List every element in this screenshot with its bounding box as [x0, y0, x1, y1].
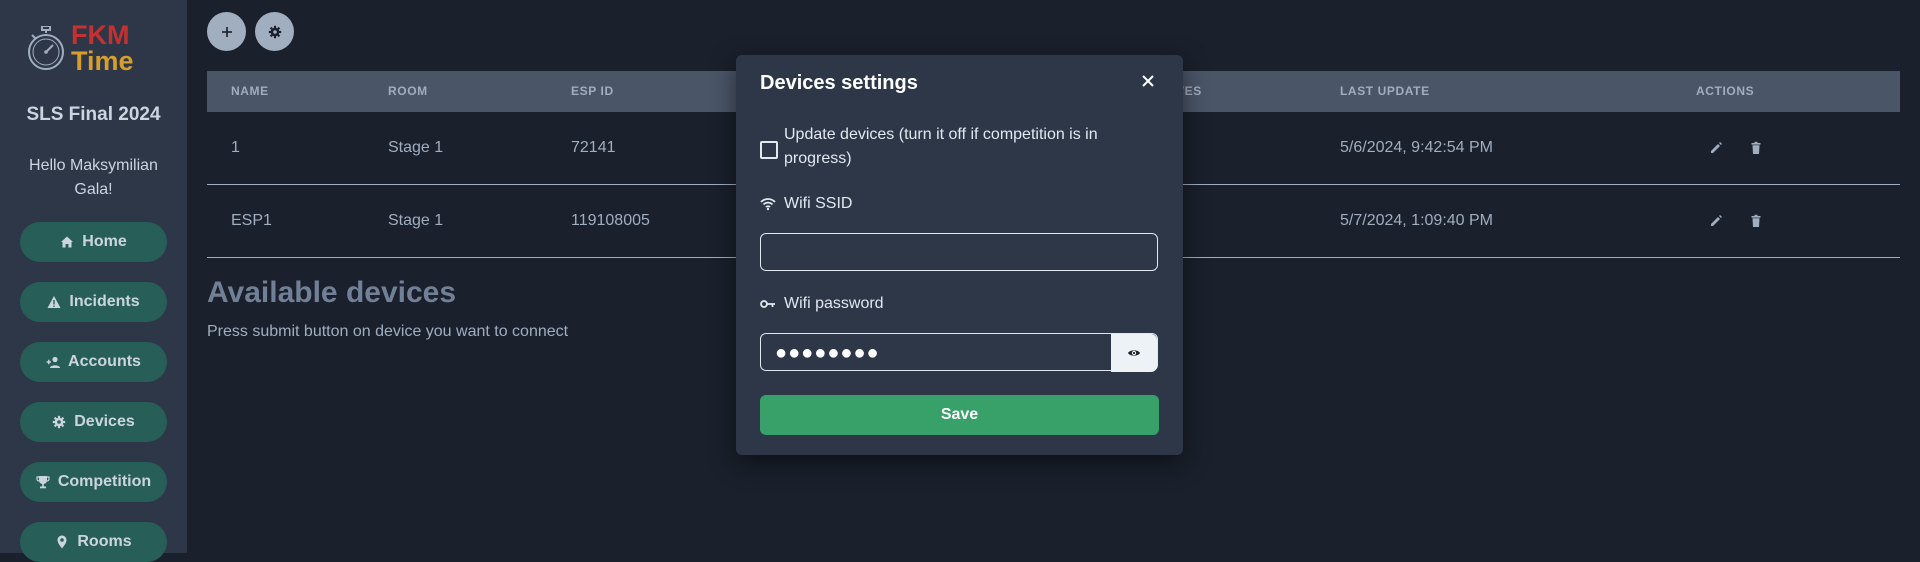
logo-line-time: Time [71, 46, 134, 76]
show-password-button[interactable] [1111, 334, 1157, 372]
trophy-icon [36, 475, 50, 489]
nav-home-button[interactable]: Home [20, 222, 167, 262]
cell-esp-id: 119108005 [571, 212, 650, 229]
column-header-room: ROOM [388, 84, 428, 98]
wifi-icon [760, 196, 776, 212]
available-devices-subtitle: Press submit button on device you want t… [207, 323, 569, 340]
edit-icon[interactable] [1709, 214, 1723, 228]
home-icon [60, 235, 74, 249]
column-header-name: NAME [231, 84, 269, 98]
column-header-actions: ACTIONS [1696, 84, 1755, 98]
update-devices-checkbox[interactable] [760, 141, 778, 159]
column-header-esp-id: ESP ID [571, 84, 614, 98]
nav-competition-label: Competition [57, 473, 152, 490]
pin-icon [55, 535, 69, 549]
column-header-last-update: LAST UPDATE [1340, 84, 1430, 98]
nav-competition-button[interactable]: Competition [20, 462, 167, 502]
eye-icon [1127, 346, 1141, 360]
sidebar: FKM Time SLS Final 2024 Hello Maksymilia… [0, 0, 187, 562]
wifi-password-input[interactable]: ●●●●●●●● [760, 333, 1158, 372]
cell-room: Stage 1 [388, 139, 444, 156]
cell-name: ESP1 [231, 212, 272, 229]
nav-incidents-button[interactable]: Incidents [20, 282, 167, 322]
cell-last-update: 5/7/2024, 1:09:40 PM [1340, 212, 1493, 229]
app-logo[interactable]: FKM Time [26, 22, 146, 78]
event-name: SLS Final 2024 [26, 104, 161, 125]
plus-icon [221, 26, 233, 38]
nav-incidents-label: Incidents [69, 293, 140, 310]
gear-icon [268, 25, 282, 39]
nav-accounts-button[interactable]: Accounts [20, 342, 167, 382]
modal-title: Devices settings [760, 72, 918, 94]
save-button[interactable]: Save [760, 395, 1159, 435]
cell-last-update: 5/6/2024, 9:42:54 PM [1340, 139, 1493, 156]
stopwatch-icon [28, 26, 64, 70]
devices-settings-modal: Devices settings Update devices (turn it… [736, 55, 1183, 455]
nav-rooms-label: Rooms [77, 533, 132, 550]
edit-icon[interactable] [1709, 141, 1723, 155]
cell-room: Stage 1 [388, 212, 444, 229]
gear-icon [52, 415, 66, 429]
device-settings-button[interactable] [255, 12, 294, 51]
nav-accounts-label: Accounts [68, 353, 141, 370]
nav-rooms-button[interactable]: Rooms [20, 522, 167, 562]
add-user-icon [46, 355, 61, 369]
wifi-ssid-input[interactable] [760, 233, 1158, 271]
logo-line-fkm: FKM [71, 20, 130, 50]
delete-icon[interactable] [1749, 214, 1763, 228]
password-value: ●●●●●●●● [775, 342, 880, 364]
logo-text: FKM Time [71, 20, 134, 76]
nav-home-label: Home [82, 233, 127, 250]
available-devices-title: Available devices [207, 276, 457, 309]
update-devices-label: Update devices (turn it off if competiti… [784, 126, 1098, 167]
close-button[interactable] [1136, 69, 1160, 93]
wifi-password-label: Wifi password [784, 295, 884, 312]
wifi-ssid-label: Wifi SSID [784, 195, 853, 212]
nav-devices-label: Devices [74, 413, 135, 430]
nav-devices-button[interactable]: Devices [20, 402, 167, 442]
close-icon [1141, 74, 1155, 88]
add-device-button[interactable] [207, 12, 246, 51]
key-icon [760, 296, 776, 312]
delete-icon[interactable] [1749, 141, 1763, 155]
cell-name: 1 [231, 139, 240, 156]
cell-esp-id: 72141 [571, 139, 616, 156]
greeting-text: Hello Maksymilian Gala! [29, 157, 158, 198]
warning-icon [47, 295, 61, 309]
